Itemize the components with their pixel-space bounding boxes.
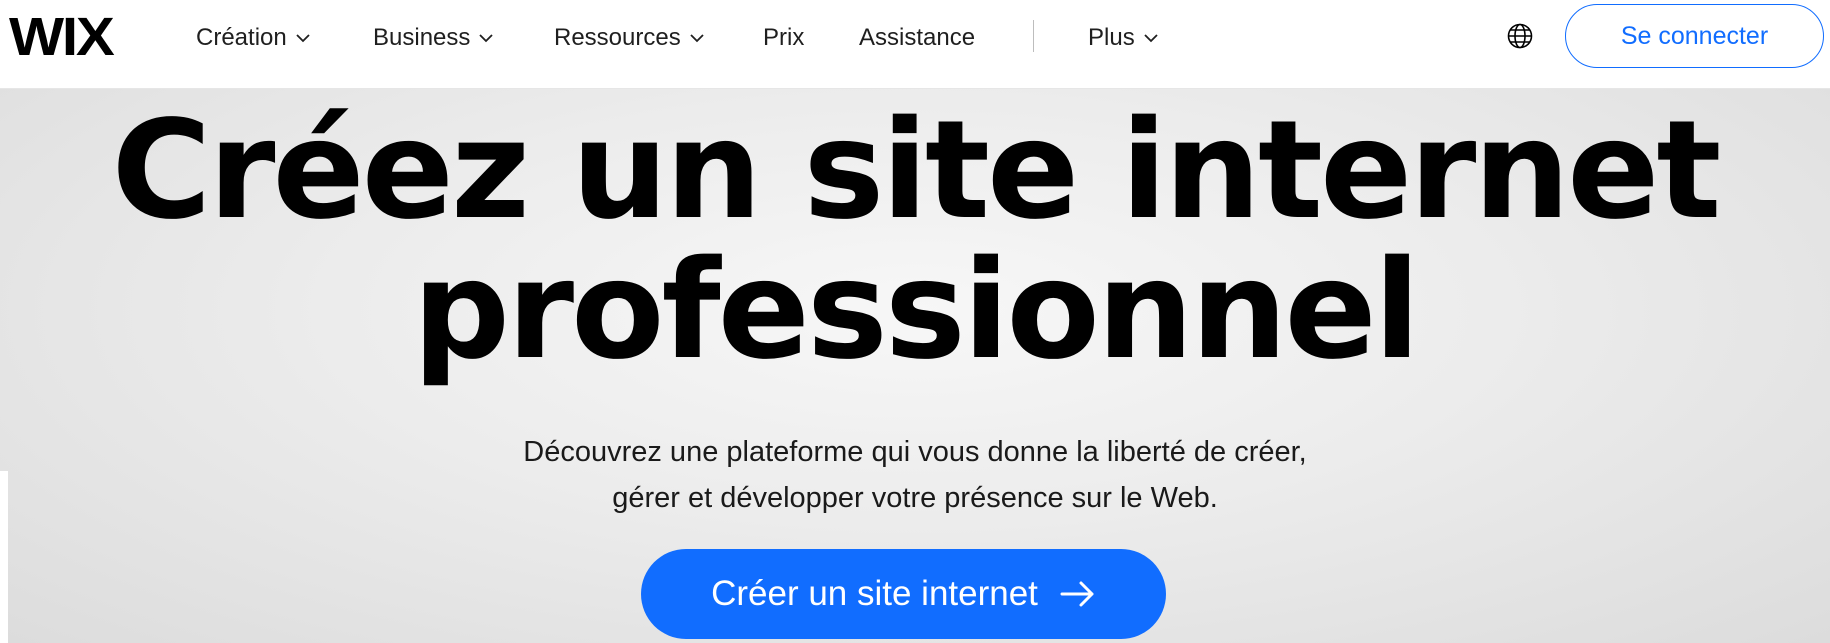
hero-headline-line1: Créez un site internet — [111, 92, 1722, 250]
nav-item-prix[interactable]: Prix — [763, 20, 804, 56]
hero-subtitle-line1: Découvrez une plateforme qui vous donne … — [523, 436, 1307, 468]
hero-section: Créez un site internet professionnel Déc… — [0, 89, 1830, 643]
chevron-down-icon — [690, 34, 704, 43]
nav-item-ressources[interactable]: Ressources — [554, 20, 705, 56]
nav-item-plus[interactable]: Plus — [1088, 20, 1159, 56]
globe-icon[interactable] — [1506, 22, 1534, 50]
wix-logo[interactable]: WIX — [9, 8, 115, 66]
nav-divider — [1033, 20, 1034, 52]
hero-headline-line2: professionnel — [412, 232, 1421, 390]
nav-item-label: Assistance — [859, 24, 976, 51]
chevron-down-icon — [296, 34, 310, 43]
nav-item-label: Business — [373, 24, 471, 51]
create-site-button[interactable]: Créer un site internet — [641, 549, 1166, 639]
create-site-button-label: Créer un site internet — [711, 574, 1038, 613]
chevron-down-icon — [479, 34, 494, 43]
site-header: WIX Création Business Ressources Prix As… — [0, 0, 1830, 89]
nav-item-label: Ressources — [554, 24, 681, 51]
nav-item-label: Prix — [763, 24, 805, 51]
nav-item-business[interactable]: Business — [373, 20, 494, 56]
hero-subtitle-line2: gérer et développer votre présence sur l… — [612, 482, 1218, 514]
arrow-right-icon — [1060, 581, 1094, 607]
login-button[interactable]: Se connecter — [1565, 4, 1824, 68]
nav-item-assistance[interactable]: Assistance — [859, 20, 975, 56]
nav-item-label: Création — [196, 24, 287, 51]
nav-item-label: Plus — [1088, 24, 1135, 51]
chevron-down-icon — [1144, 34, 1158, 43]
nav-item-creation[interactable]: Création — [196, 20, 311, 56]
